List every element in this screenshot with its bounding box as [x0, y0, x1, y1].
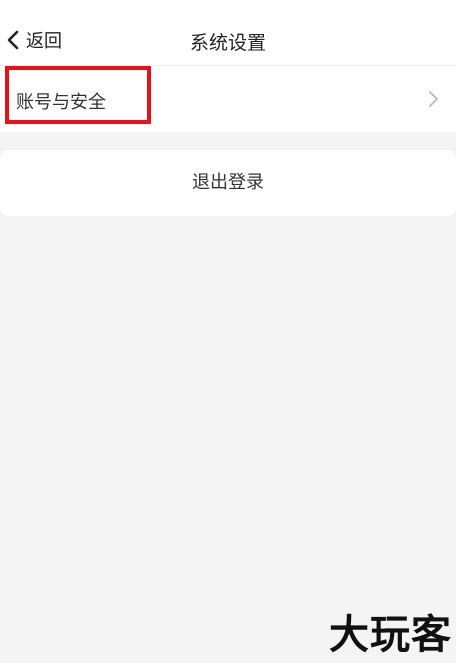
page-title: 系统设置 [189, 32, 266, 54]
navigation-bar: 返回 系统设置 [0, 0, 456, 66]
settings-item-label: 账号与安全 [16, 92, 106, 113]
settings-list: 账号与安全 [0, 66, 456, 132]
settings-item-account-security[interactable]: 账号与安全 [0, 66, 456, 132]
chevron-right-icon [428, 89, 440, 109]
watermark-logo: 大玩客 [329, 612, 452, 658]
logout-button[interactable]: 退出登录 [0, 150, 456, 216]
